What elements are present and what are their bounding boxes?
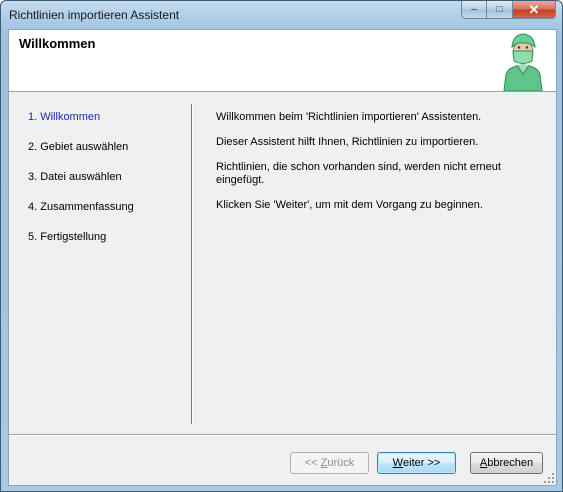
header-panel: Willkommen <box>9 30 556 92</box>
horizontal-divider <box>9 434 556 436</box>
content-paragraph: Willkommen beim 'Richtlinien importieren… <box>216 111 482 123</box>
vertical-divider <box>191 104 193 424</box>
caption-buttons: ‒ □ ✕ <box>461 1 556 20</box>
next-button-label: eiter >> <box>403 457 441 469</box>
window-title: Richtlinien importieren Assistent <box>9 8 180 22</box>
content-paragraph: Klicken Sie 'Weiter', um mit dem Vorgang… <box>216 199 483 211</box>
page-title: Willkommen <box>19 36 96 51</box>
step-select-file: 3. Datei auswählen <box>28 171 122 183</box>
step-select-area: 2. Gebiet auswählen <box>28 141 129 153</box>
content-paragraph: Dieser Assistent hilft Ihnen, Richtlinie… <box>216 136 479 148</box>
cancel-button-mnemonic: A <box>479 457 488 469</box>
next-button-mnemonic: W <box>392 457 404 469</box>
minimize-button[interactable]: ‒ <box>461 1 487 19</box>
step-welcome: 1. Willkommen <box>28 111 101 123</box>
back-button-label: urück <box>327 457 355 469</box>
wizard-figure-icon <box>503 33 543 91</box>
close-button[interactable]: ✕ <box>513 1 556 19</box>
welcome-content: Willkommen beim 'Richtlinien importieren… <box>216 111 536 224</box>
wizard-window: Richtlinien importieren Assistent ‒ □ ✕ … <box>0 0 563 492</box>
maximize-button[interactable]: □ <box>487 1 513 19</box>
step-finish: 5. Fertigstellung <box>28 231 107 243</box>
title-bar[interactable]: Richtlinien importieren Assistent ‒ □ ✕ <box>1 1 562 29</box>
cancel-button-label: bbrechen <box>487 457 534 469</box>
cancel-button[interactable]: Abbrechen <box>470 452 543 474</box>
back-button-mnemonic: Z <box>320 457 328 469</box>
close-icon: ✕ <box>528 1 540 17</box>
resize-grip-icon[interactable] <box>544 473 554 483</box>
minimize-icon: ‒ <box>471 4 477 15</box>
next-button[interactable]: Weiter >> <box>377 452 456 474</box>
step-summary: 4. Zusammenfassung <box>28 201 134 213</box>
back-button-prefix: << <box>304 457 321 469</box>
maximize-icon: □ <box>496 4 503 15</box>
back-button[interactable]: << Zurück <box>290 452 369 474</box>
wizard-client-area: Willkommen 1. Willkommen 2. Gebiet auswä… <box>8 29 557 486</box>
wizard-steps-list: 1. Willkommen 2. Gebiet auswählen 3. Dat… <box>28 110 188 260</box>
content-paragraph: Richtlinien, die schon vorhanden sind, w… <box>216 161 501 186</box>
